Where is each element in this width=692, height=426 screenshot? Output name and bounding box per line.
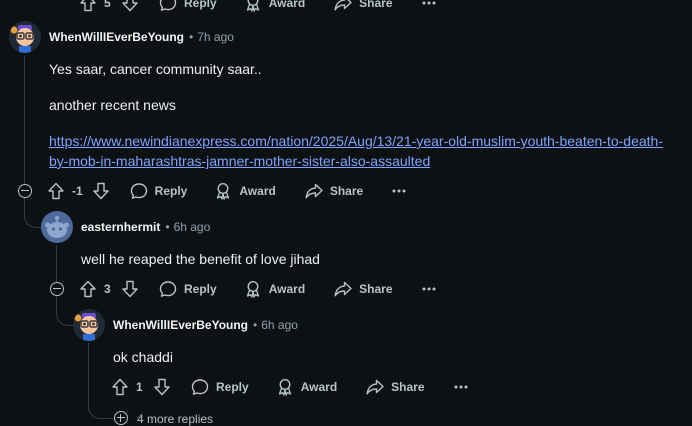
- comment-body: Yes saar, cancer community saar..: [49, 61, 262, 77]
- downvote-icon: [120, 279, 140, 299]
- comment-meta: WhenWillIEverBeYoung • 7h ago: [49, 30, 234, 44]
- reply-button[interactable]: Reply: [190, 373, 249, 401]
- author-name[interactable]: WhenWillIEverBeYoung: [49, 30, 184, 44]
- avatar[interactable]: [9, 21, 41, 53]
- author-name[interactable]: WhenWillIEverBeYoung: [113, 318, 248, 332]
- meta-separator: •: [189, 30, 194, 44]
- award-button[interactable]: Award: [243, 0, 305, 17]
- timestamp[interactable]: 6h ago: [174, 220, 211, 234]
- parent-action-bar: 5 Reply Award Share: [78, 0, 439, 17]
- reply-button[interactable]: Reply: [158, 275, 217, 303]
- avatar[interactable]: [73, 309, 105, 341]
- share-label: Share: [359, 282, 393, 296]
- share-icon: [304, 181, 324, 201]
- award-label: Award: [239, 184, 276, 198]
- reply-bubble-icon: [129, 181, 149, 201]
- timestamp[interactable]: 7h ago: [197, 30, 234, 44]
- more-button[interactable]: [419, 275, 439, 303]
- award-icon: [243, 0, 263, 13]
- thread-connector: [56, 303, 73, 326]
- comment-meta: easternhermit • 6h ago: [81, 220, 210, 234]
- share-button[interactable]: Share: [304, 177, 363, 205]
- downvote-icon: [152, 377, 172, 397]
- downvote-button[interactable]: [152, 373, 172, 401]
- downvote-icon: [91, 181, 111, 201]
- comment-body: well he reaped the benefit of love jihad: [81, 251, 320, 267]
- meta-separator: •: [253, 318, 258, 332]
- more-replies-link[interactable]: 4 more replies: [137, 412, 213, 426]
- comment-body: ok chaddi: [113, 349, 173, 365]
- upvote-button[interactable]: [46, 177, 66, 205]
- thread-line: [56, 245, 57, 282]
- collapse-icon[interactable]: [18, 184, 32, 198]
- reply-bubble-icon: [158, 0, 178, 13]
- share-label: Share: [359, 0, 393, 10]
- vote-count: 1: [136, 380, 143, 394]
- downvote-icon: [120, 0, 140, 13]
- downvote-button[interactable]: [120, 275, 140, 303]
- more-icon: [389, 181, 409, 201]
- comment-body: another recent news: [49, 97, 176, 113]
- more-button[interactable]: [389, 177, 409, 205]
- more-icon: [419, 0, 439, 13]
- award-button[interactable]: Award: [213, 177, 276, 205]
- vote-count: -1: [72, 184, 83, 198]
- more-button[interactable]: [451, 373, 471, 401]
- thread-line: [24, 56, 25, 184]
- upvote-button[interactable]: [110, 373, 130, 401]
- share-icon: [365, 377, 385, 397]
- meta-separator: •: [165, 220, 170, 234]
- award-icon: [243, 279, 263, 299]
- upvote-icon: [46, 181, 66, 201]
- reply-bubble-icon: [158, 279, 178, 299]
- reply-button[interactable]: Reply: [129, 177, 188, 205]
- award-label: Award: [268, 282, 306, 296]
- share-label: Share: [329, 184, 364, 198]
- reply-label: Reply: [184, 282, 217, 296]
- share-button[interactable]: Share: [365, 373, 425, 401]
- upvote-button[interactable]: [78, 0, 98, 17]
- comment-action-bar: -1 Reply Award Share: [46, 177, 409, 205]
- reply-label: Reply: [184, 0, 217, 10]
- upvote-icon: [110, 377, 130, 397]
- share-button[interactable]: Share: [333, 0, 393, 17]
- news-link[interactable]: https://www.newindianexpress.com/nation/…: [49, 131, 679, 171]
- share-label: Share: [391, 380, 425, 394]
- comment-meta: WhenWillIEverBeYoung • 6h ago: [113, 318, 298, 332]
- more-icon: [419, 279, 439, 299]
- news-link-line[interactable]: by-mob-in-maharashtras-jamner-mother-sis…: [49, 153, 430, 169]
- award-icon: [213, 181, 233, 201]
- reply-label: Reply: [216, 380, 249, 394]
- vote-count: 3: [104, 282, 111, 296]
- award-icon: [275, 377, 295, 397]
- more-icon: [451, 377, 471, 397]
- avatar[interactable]: [41, 211, 73, 243]
- reply-label: Reply: [154, 184, 188, 198]
- upvote-icon: [78, 0, 98, 13]
- reply-bubble-icon: [190, 377, 210, 397]
- vote-count: 5: [104, 0, 111, 10]
- comment-action-bar: 3 Reply Award Share: [78, 275, 439, 303]
- award-button[interactable]: Award: [275, 373, 337, 401]
- share-button[interactable]: Share: [333, 275, 393, 303]
- award-label: Award: [268, 0, 306, 10]
- award-button[interactable]: Award: [243, 275, 305, 303]
- comment-action-bar: 1 Reply Award Share: [110, 373, 471, 401]
- thread-connector: [24, 205, 41, 228]
- upvote-button[interactable]: [78, 275, 98, 303]
- upvote-icon: [78, 279, 98, 299]
- share-icon: [333, 0, 353, 13]
- collapse-icon[interactable]: [50, 282, 64, 296]
- author-name[interactable]: easternhermit: [81, 220, 160, 234]
- reply-button[interactable]: Reply: [158, 0, 217, 17]
- timestamp[interactable]: 6h ago: [261, 318, 298, 332]
- more-button[interactable]: [419, 0, 439, 17]
- downvote-button[interactable]: [91, 177, 111, 205]
- share-icon: [333, 279, 353, 299]
- news-link-line[interactable]: https://www.newindianexpress.com/nation/…: [49, 133, 663, 149]
- award-label: Award: [300, 380, 338, 394]
- downvote-button[interactable]: [120, 0, 140, 17]
